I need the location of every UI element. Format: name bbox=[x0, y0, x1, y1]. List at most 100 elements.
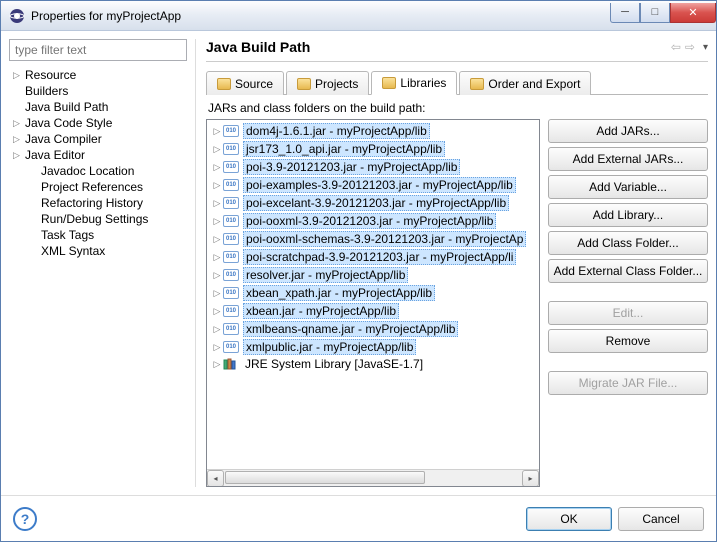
jar-entry[interactable]: ▷010poi-examples-3.9-20121203.jar - myPr… bbox=[209, 176, 537, 194]
tab-icon bbox=[382, 77, 396, 89]
tab-icon bbox=[297, 78, 311, 90]
jar-icon: 010 bbox=[223, 287, 239, 299]
jar-icon: 010 bbox=[223, 305, 239, 317]
eclipse-icon bbox=[9, 8, 25, 24]
jar-entry[interactable]: ▷010poi-excelant-3.9-20121203.jar - myPr… bbox=[209, 194, 537, 212]
tab-libraries[interactable]: Libraries bbox=[371, 71, 457, 95]
tab-bar: Source Projects LibrariesOrder and Export bbox=[206, 70, 708, 95]
left-panel: ▷ResourceBuildersJava Build Path▷Java Co… bbox=[9, 39, 187, 487]
add-variable-button[interactable]: Add Variable... bbox=[548, 175, 708, 199]
scroll-thumb[interactable] bbox=[225, 471, 425, 484]
jar-icon: 010 bbox=[223, 251, 239, 263]
jar-entry[interactable]: ▷010jsr173_1.0_api.jar - myProjectApp/li… bbox=[209, 140, 537, 158]
scroll-right-button[interactable]: ▸ bbox=[522, 470, 539, 487]
tab-icon bbox=[217, 78, 231, 90]
filter-input[interactable] bbox=[9, 39, 187, 61]
page-title: Java Build Path bbox=[206, 39, 669, 55]
scroll-left-button[interactable]: ◂ bbox=[207, 470, 224, 487]
tab-projects[interactable]: Projects bbox=[286, 71, 369, 95]
tab-icon bbox=[470, 78, 484, 90]
tab-source[interactable]: Source bbox=[206, 71, 284, 95]
tree-item-task-tags[interactable]: Task Tags bbox=[9, 227, 187, 243]
tree-item-builders[interactable]: Builders bbox=[9, 83, 187, 99]
expand-arrow-icon: ▷ bbox=[211, 180, 223, 191]
category-tree[interactable]: ▷ResourceBuildersJava Build Path▷Java Co… bbox=[9, 67, 187, 487]
expand-arrow-icon: ▷ bbox=[211, 144, 223, 155]
tree-item-project-references[interactable]: Project References bbox=[9, 179, 187, 195]
tree-label: Java Build Path bbox=[25, 100, 108, 114]
right-panel: Java Build Path ⇦ ⇨ ▾ Source Projects Libr… bbox=[195, 39, 708, 487]
list-description: JARs and class folders on the build path… bbox=[208, 101, 708, 115]
tree-label: Java Compiler bbox=[25, 132, 102, 146]
add-external-jars-button[interactable]: Add External JARs... bbox=[548, 147, 708, 171]
cancel-button[interactable]: Cancel bbox=[618, 507, 704, 531]
tree-item-refactoring-history[interactable]: Refactoring History bbox=[9, 195, 187, 211]
jar-entry[interactable]: ▷010dom4j-1.6.1.jar - myProjectApp/lib bbox=[209, 122, 537, 140]
ok-button[interactable]: OK bbox=[526, 507, 612, 531]
jar-entry[interactable]: ▷010poi-scratchpad-3.9-20121203.jar - my… bbox=[209, 248, 537, 266]
jar-entry[interactable]: ▷010xbean.jar - myProjectApp/lib bbox=[209, 302, 537, 320]
expand-arrow-icon: ▷ bbox=[13, 118, 25, 129]
titlebar: Properties for myProjectApp ─ □ ✕ bbox=[1, 1, 716, 31]
tree-item-resource[interactable]: ▷Resource bbox=[9, 67, 187, 83]
jar-entry[interactable]: ▷010resolver.jar - myProjectApp/lib bbox=[209, 266, 537, 284]
minimize-button[interactable]: ─ bbox=[610, 3, 640, 23]
jar-entry[interactable]: ▷010 xmlpublic.jar - myProjectApp/lib bbox=[209, 338, 537, 356]
add-library-button[interactable]: Add Library... bbox=[548, 203, 708, 227]
migrate-jar-button[interactable]: Migrate JAR File... bbox=[548, 371, 708, 395]
jar-icon: 010 bbox=[223, 161, 239, 173]
jar-entry[interactable]: ▷010poi-3.9-20121203.jar - myProjectApp/… bbox=[209, 158, 537, 176]
remove-button[interactable]: Remove bbox=[548, 329, 708, 353]
close-button[interactable]: ✕ bbox=[670, 3, 716, 23]
jar-label: xmlpublic.jar - myProjectApp/lib bbox=[243, 339, 416, 355]
jar-entry[interactable]: ▷010poi-ooxml-3.9-20121203.jar - myProje… bbox=[209, 212, 537, 230]
maximize-button[interactable]: □ bbox=[640, 3, 670, 23]
tree-label: Resource bbox=[25, 68, 76, 82]
jar-list[interactable]: ▷010dom4j-1.6.1.jar - myProjectApp/lib▷0… bbox=[207, 120, 539, 469]
jar-label: xmlbeans-qname.jar - myProjectApp/lib bbox=[243, 321, 458, 337]
edit-button[interactable]: Edit... bbox=[548, 301, 708, 325]
horizontal-scrollbar[interactable]: ◂ ▸ bbox=[207, 469, 539, 486]
jar-list-container: ▷010dom4j-1.6.1.jar - myProjectApp/lib▷0… bbox=[206, 119, 540, 487]
jar-entry[interactable]: ▷010xmlbeans-qname.jar - myProjectApp/li… bbox=[209, 320, 537, 338]
expand-arrow-icon: ▷ bbox=[13, 150, 25, 161]
expand-arrow-icon: ▷ bbox=[211, 324, 223, 335]
jar-icon: 010 bbox=[223, 341, 239, 353]
tree-item-xml-syntax[interactable]: XML Syntax bbox=[9, 243, 187, 259]
tree-item-java-code-style[interactable]: ▷Java Code Style bbox=[9, 115, 187, 131]
forward-icon[interactable]: ⇨ bbox=[685, 40, 695, 54]
view-menu-icon[interactable]: ▾ bbox=[703, 42, 708, 53]
tree-item-javadoc-location[interactable]: Javadoc Location bbox=[9, 163, 187, 179]
expand-arrow-icon: ▷ bbox=[211, 234, 223, 245]
library-icon bbox=[223, 358, 239, 370]
add-jars-button[interactable]: Add JARs... bbox=[548, 119, 708, 143]
add-external-class-folder-button[interactable]: Add External Class Folder... bbox=[548, 259, 708, 283]
tab-order-and-export[interactable]: Order and Export bbox=[459, 71, 591, 95]
tree-label: Java Code Style bbox=[25, 116, 112, 130]
expand-arrow-icon: ▷ bbox=[211, 359, 223, 370]
properties-dialog: Properties for myProjectApp ─ □ ✕ ▷Resou… bbox=[0, 0, 717, 542]
tab-label: Source bbox=[235, 77, 273, 91]
tree-label: Builders bbox=[25, 84, 68, 98]
add-class-folder-button[interactable]: Add Class Folder... bbox=[548, 231, 708, 255]
jar-entry[interactable]: ▷010poi-ooxml-schemas-3.9-20121203.jar -… bbox=[209, 230, 537, 248]
tree-item-java-compiler[interactable]: ▷Java Compiler bbox=[9, 131, 187, 147]
tree-item-run-debug-settings[interactable]: Run/Debug Settings bbox=[9, 211, 187, 227]
expand-arrow-icon: ▷ bbox=[211, 270, 223, 281]
tree-item-java-editor[interactable]: ▷Java Editor bbox=[9, 147, 187, 163]
side-buttons: Add JARs... Add External JARs... Add Var… bbox=[548, 119, 708, 487]
jre-system-library[interactable]: ▷ JRE System Library [JavaSE-1.7] bbox=[209, 356, 537, 372]
back-icon[interactable]: ⇦ bbox=[671, 40, 681, 54]
jar-label: jsr173_1.0_api.jar - myProjectApp/lib bbox=[243, 141, 445, 157]
tab-label: Projects bbox=[315, 77, 358, 91]
jar-label: JRE System Library [JavaSE-1.7] bbox=[243, 357, 425, 371]
jar-icon: 010 bbox=[223, 215, 239, 227]
expand-arrow-icon: ▷ bbox=[211, 342, 223, 353]
expand-arrow-icon: ▷ bbox=[211, 252, 223, 263]
tree-item-java-build-path[interactable]: Java Build Path bbox=[9, 99, 187, 115]
jar-entry[interactable]: ▷010xbean_xpath.jar - myProjectApp/lib bbox=[209, 284, 537, 302]
jar-label: poi-ooxml-schemas-3.9-20121203.jar - myP… bbox=[243, 231, 526, 247]
window-buttons: ─ □ ✕ bbox=[610, 3, 716, 23]
help-icon[interactable]: ? bbox=[13, 507, 37, 531]
tree-label: XML Syntax bbox=[41, 244, 105, 258]
